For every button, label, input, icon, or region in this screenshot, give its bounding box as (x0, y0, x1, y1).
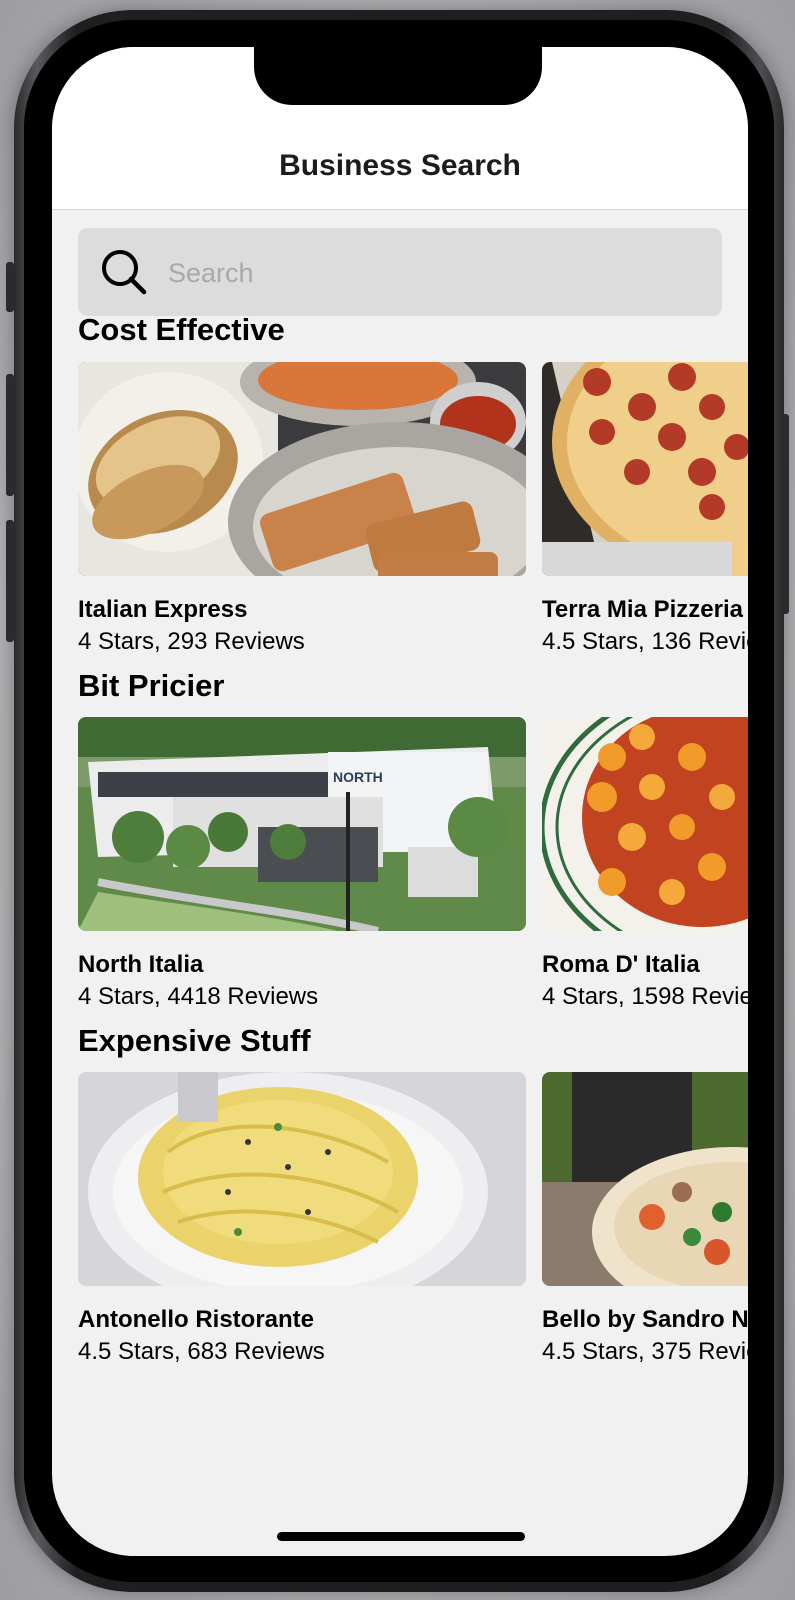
business-name: Antonello Ristorante (78, 1306, 315, 1333)
business-rating: 4.5 Stars, 375 Reviews (542, 1338, 748, 1365)
business-rating: 4 Stars, 1598 Reviews (542, 983, 748, 1010)
business-name: Italian Express (78, 596, 248, 623)
section-title-bit-pricier: Bit Pricier (78, 668, 225, 703)
business-name: Bello by Sandro Nardone (542, 1306, 748, 1333)
business-photo: NORTH (78, 717, 526, 931)
business-card-roma-d-italia[interactable]: Roma D' Italia 4 Stars, 1598 Reviews (542, 717, 748, 1011)
business-photo (542, 1072, 748, 1286)
business-name: Roma D' Italia (542, 951, 700, 978)
business-rating: 4 Stars, 293 Reviews (78, 628, 305, 655)
business-card-bello-by-sandro[interactable]: Bello by Sandro Nardone 4.5 Stars, 375 R… (542, 1072, 748, 1366)
business-card-terra-mia[interactable]: Terra Mia Pizzeria 4.5 Stars, 136 Review… (542, 362, 748, 656)
north-sign-text: NORTH (333, 769, 383, 785)
app-screen: Business Search Cost Effective (52, 47, 748, 1556)
home-indicator[interactable] (277, 1532, 525, 1541)
business-name: North Italia (78, 951, 204, 978)
business-rating: 4 Stars, 4418 Reviews (78, 983, 319, 1010)
business-rating: 4.5 Stars, 136 Reviews (542, 628, 748, 655)
search-input[interactable] (166, 228, 710, 318)
mute-switch (6, 262, 14, 312)
section-title-expensive-stuff: Expensive Stuff (78, 1023, 311, 1058)
business-photo (542, 717, 748, 931)
search-icon (100, 248, 148, 296)
power-button (781, 414, 789, 614)
volume-up-button (6, 374, 14, 496)
notch (254, 47, 542, 105)
business-name: Terra Mia Pizzeria (542, 596, 743, 623)
business-photo (78, 1072, 526, 1286)
search-bar[interactable] (78, 228, 722, 318)
volume-down-button (6, 520, 14, 642)
business-card-north-italia[interactable]: NORTH North Italia 4 Stars, 4418 Reviews (78, 717, 526, 1011)
business-card-antonello[interactable]: Antonello Ristorante 4.5 Stars, 683 Revi… (78, 1072, 526, 1366)
business-photo (78, 362, 526, 576)
business-photo (542, 362, 748, 576)
section-title-cost-effective: Cost Effective (78, 312, 285, 347)
business-card-italian-express[interactable]: Italian Express 4 Stars, 293 Reviews (78, 362, 526, 656)
business-rating: 4.5 Stars, 683 Reviews (78, 1338, 325, 1365)
page-title: Business Search (279, 149, 521, 182)
